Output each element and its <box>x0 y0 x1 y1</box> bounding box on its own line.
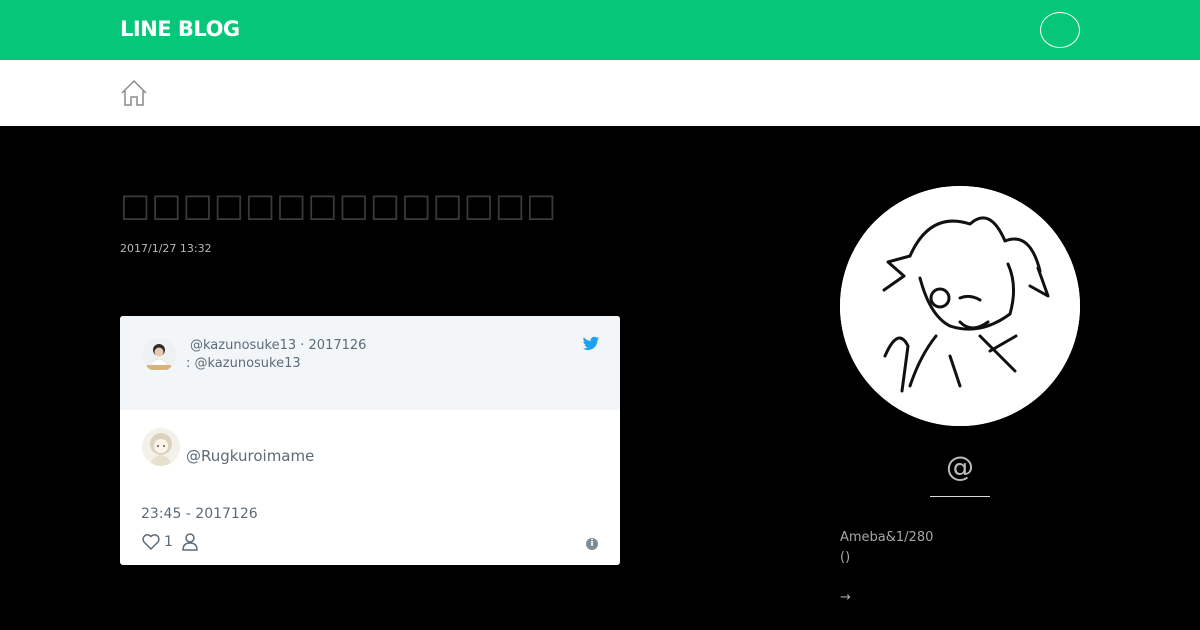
profile-divider <box>930 496 990 497</box>
profile-bio-line2: () <box>840 550 851 565</box>
line-blog-logo[interactable]: LINE BLOG <box>120 16 240 42</box>
sub-navigation <box>0 60 1200 126</box>
tweet-reply-line: : @kazunosuke13 <box>186 356 301 371</box>
heart-icon[interactable] <box>141 532 161 552</box>
tweet-username[interactable]: @Rugkuroimame <box>186 447 314 465</box>
top-header: LINE BLOG <box>0 0 1200 60</box>
tweet-user-avatar[interactable] <box>142 428 180 466</box>
info-icon[interactable]: i <box>586 538 598 550</box>
profile-avatar[interactable] <box>840 186 1080 426</box>
profile-at-symbol: @ <box>946 450 974 483</box>
home-icon[interactable] <box>119 78 149 108</box>
person-icon[interactable] <box>181 532 199 552</box>
article-date: 2017/1/27 13:32 <box>120 242 212 255</box>
embedded-tweet[interactable]: @kazunosuke13 · 2017126 : @kazunosuke13 … <box>120 316 620 565</box>
article-title: □□□□□□□□□□□□□□□□□□□□□□□□□□□□□□□□□□□ <box>120 186 560 224</box>
twitter-bird-icon[interactable] <box>582 336 600 352</box>
like-count: 1 <box>164 534 173 550</box>
menu-circle-icon[interactable] <box>1040 12 1080 48</box>
tweet-timestamp[interactable]: 23:45 - 2017126 <box>141 506 258 523</box>
tweet-author-line[interactable]: @kazunosuke13 · 2017126 <box>190 338 366 354</box>
profile-bio-line1: Ameba&1/280 <box>840 530 934 545</box>
profile-more-link[interactable]: → <box>840 590 851 606</box>
tweet-author-avatar[interactable] <box>142 338 176 372</box>
